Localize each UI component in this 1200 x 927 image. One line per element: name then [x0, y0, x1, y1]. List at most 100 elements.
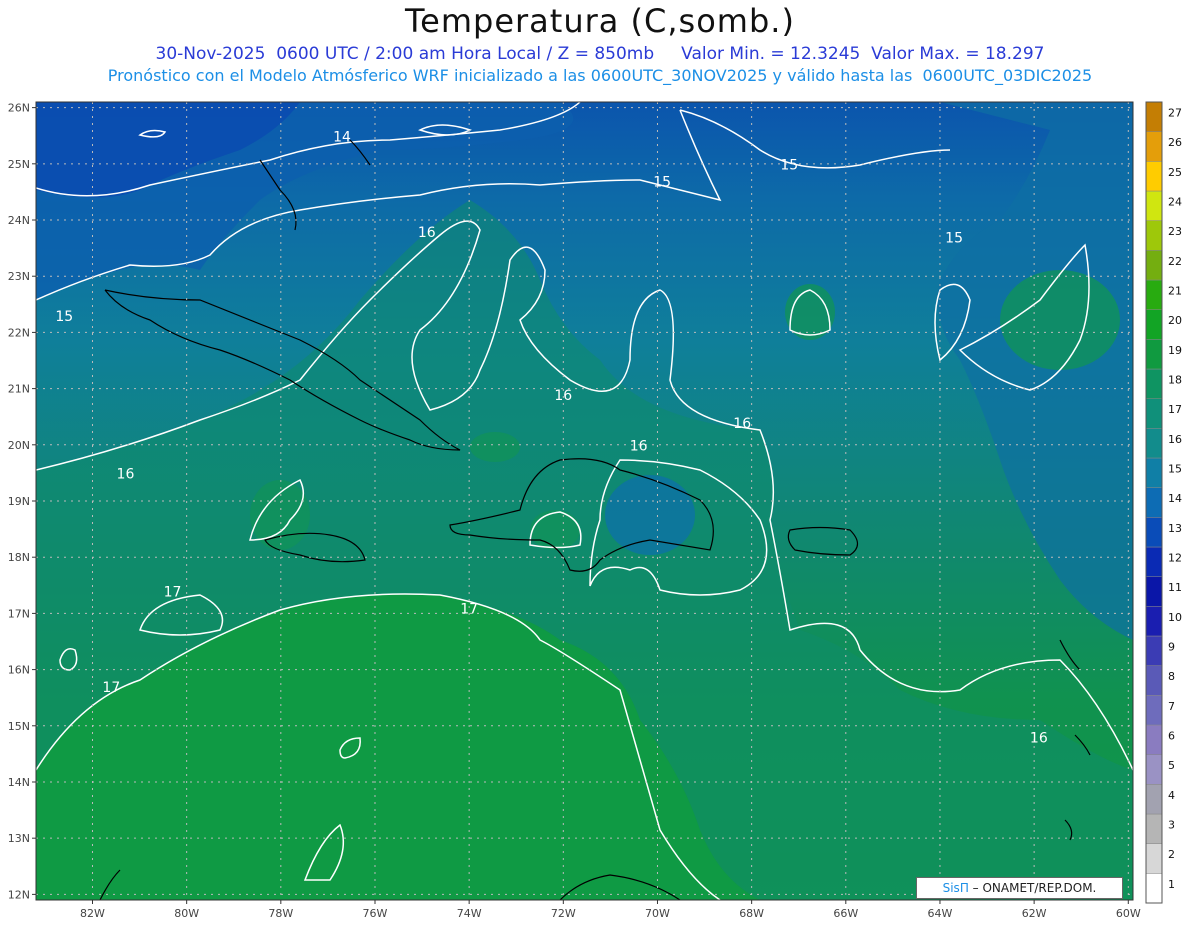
colorbar-label: 9 — [1168, 640, 1175, 653]
colorbar-label: 5 — [1168, 759, 1175, 772]
color-swatch — [1145, 250, 1163, 281]
colorbar-label: 17 — [1168, 403, 1182, 416]
lon-tick-label: 74W — [457, 907, 482, 920]
colorbar-label: 25 — [1168, 166, 1182, 179]
lon-tick-label: 72W — [551, 907, 576, 920]
colorbar-label: 24 — [1168, 195, 1182, 208]
colorbar-label: 10 — [1168, 611, 1182, 624]
lon-tick-label: 70W — [645, 907, 670, 920]
colorbar-label: 8 — [1168, 670, 1175, 683]
colorbar-label: 19 — [1168, 344, 1182, 357]
colorbar-label: 6 — [1168, 729, 1175, 742]
lat-tick-label: 20N — [8, 439, 30, 452]
lat-tick-label: 17N — [8, 607, 30, 620]
cool-zone-hispaniola — [605, 475, 695, 555]
color-swatch — [1145, 576, 1163, 607]
color-swatch — [1145, 279, 1163, 310]
color-swatch — [1145, 457, 1163, 488]
contour-label: 15 — [55, 309, 73, 325]
color-swatch — [1145, 339, 1163, 370]
color-swatch — [1145, 813, 1163, 844]
lon-tick-label: 68W — [739, 907, 764, 920]
lat-tick-label: 14N — [8, 776, 30, 789]
color-swatch — [1145, 309, 1163, 340]
longitude-axis: 82W 80W 78W 76W 74W 72W 70W 68W 66W 64W 62W 60W — [80, 900, 1141, 920]
lat-tick-label: 26N — [8, 102, 30, 115]
color-swatch — [1145, 428, 1163, 459]
colorbar-label: 7 — [1168, 700, 1175, 713]
warm-blob-haiti — [530, 510, 580, 550]
contour-label: 16 — [554, 388, 572, 404]
contour-label: 15 — [653, 174, 671, 190]
contour-label: 16 — [117, 467, 135, 483]
lon-tick-label: 64W — [928, 907, 953, 920]
colorbar-label: 26 — [1168, 136, 1182, 149]
color-swatch — [1145, 784, 1163, 815]
lat-tick-label: 25N — [8, 158, 30, 171]
temperature-map: 1415151515161616161616171717 82W 80W 78W 76… — [8, 101, 1182, 920]
colorbar-label: 2 — [1168, 848, 1175, 861]
lon-tick-label: 76W — [363, 907, 388, 920]
lat-tick-label: 12N — [8, 888, 30, 901]
colorbar-label: 3 — [1168, 818, 1175, 831]
lat-tick-label: 16N — [8, 664, 30, 677]
color-swatch — [1145, 131, 1163, 162]
credit-text: – ONAMET/REP.DOM. — [968, 881, 1097, 895]
contour-label: 17 — [102, 680, 120, 696]
latitude-axis: 12N 13N 14N 15N 16N 17N 18N 19N 20N 21N 22N 23N 24N 2… — [8, 102, 36, 901]
contour-label: 17 — [164, 585, 182, 601]
lon-tick-label: 62W — [1022, 907, 1047, 920]
color-swatch — [1145, 724, 1163, 755]
colorbar-label: 12 — [1168, 551, 1182, 564]
colorbar-label: 27 — [1168, 106, 1182, 119]
warm-blob-east — [1000, 270, 1120, 370]
lat-tick-label: 21N — [8, 383, 30, 396]
lat-tick-label: 18N — [8, 551, 30, 564]
color-swatch — [1145, 161, 1163, 192]
lon-tick-label: 66W — [833, 907, 858, 920]
contour-label: 16 — [418, 225, 436, 241]
colorbar-label: 13 — [1168, 522, 1182, 535]
lat-tick-label: 23N — [8, 270, 30, 283]
contour-label: 16 — [1030, 731, 1048, 747]
color-swatch — [1145, 190, 1163, 221]
color-swatch — [1145, 398, 1163, 429]
color-swatch — [1145, 635, 1163, 666]
color-swatch — [1145, 754, 1163, 785]
contour-label: 16 — [630, 438, 648, 454]
map-field: 14 15 15 15 15 16 16 16 16 16 16 17 17 17 — [36, 102, 1133, 900]
warm-blob-windward — [470, 432, 520, 462]
contour-label: 16 — [733, 416, 751, 432]
lat-tick-label: 19N — [8, 495, 30, 508]
contour-label: 17 — [460, 601, 478, 617]
color-swatch — [1145, 606, 1163, 637]
contour-label: 15 — [780, 157, 798, 173]
color-swatch — [1145, 517, 1163, 548]
colorbar-label: 16 — [1168, 433, 1182, 446]
credit-box: SisΠ – ONAMET/REP.DOM. — [916, 877, 1123, 899]
lat-tick-label: 24N — [8, 214, 30, 227]
contour-label: 15 — [945, 230, 963, 246]
sispi-logo: SisΠ — [942, 881, 969, 895]
lon-tick-label: 80W — [174, 907, 199, 920]
color-legend: 1234567891011121314151617181920212223242… — [1145, 101, 1182, 904]
colorbar-label: 11 — [1168, 581, 1182, 594]
lon-tick-label: 82W — [80, 907, 105, 920]
color-swatch — [1145, 368, 1163, 399]
lat-tick-label: 22N — [8, 326, 30, 339]
lat-tick-label: 15N — [8, 720, 30, 733]
colorbar-label: 4 — [1168, 789, 1175, 802]
color-swatch — [1145, 843, 1163, 874]
color-swatch — [1145, 220, 1163, 251]
colorbar-label: 18 — [1168, 373, 1182, 386]
lon-tick-label: 60W — [1116, 907, 1141, 920]
color-swatch — [1145, 695, 1163, 726]
lon-tick-label: 78W — [268, 907, 293, 920]
colorbar-label: 15 — [1168, 462, 1182, 475]
color-swatch — [1145, 487, 1163, 518]
colorbar-label: 22 — [1168, 255, 1182, 268]
colorbar-label: 1 — [1168, 878, 1175, 891]
contour-label: 14 — [333, 129, 351, 145]
color-swatch — [1145, 665, 1163, 696]
colorbar-label: 14 — [1168, 492, 1182, 505]
